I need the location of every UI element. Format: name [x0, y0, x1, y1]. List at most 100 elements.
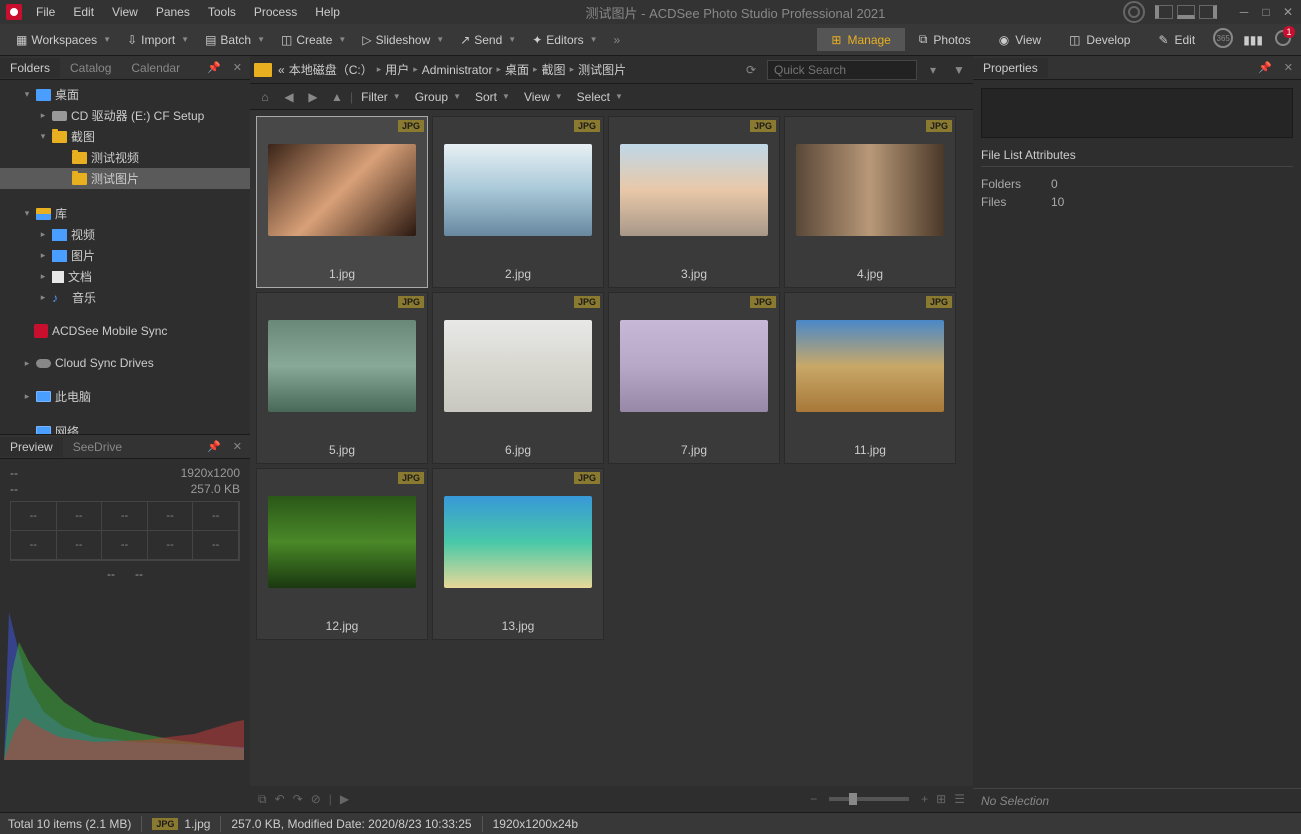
- notification-button[interactable]: [1273, 28, 1293, 48]
- thumbnail-item[interactable]: JPG1.jpg: [256, 116, 428, 288]
- close-panel-icon[interactable]: ✕: [229, 438, 246, 455]
- refresh-button[interactable]: ⟳: [741, 60, 761, 80]
- menu-edit[interactable]: Edit: [65, 3, 102, 21]
- preview-tab[interactable]: Preview: [0, 437, 63, 457]
- tree-music[interactable]: ▸♪音乐: [0, 287, 250, 308]
- edit-icon: ✎: [1158, 33, 1168, 47]
- tree-library[interactable]: ▾库: [0, 203, 250, 224]
- tree-network[interactable]: 网络: [0, 421, 250, 434]
- seedrive-tab[interactable]: SeeDrive: [63, 437, 132, 457]
- cloud-icon: [36, 359, 51, 368]
- group-menu[interactable]: Group▼: [409, 87, 467, 107]
- slideshow-button[interactable]: ▷Slideshow▼: [354, 30, 452, 50]
- tree-cd-drive[interactable]: ▸CD 驱动器 (E:) CF Setup: [0, 105, 250, 126]
- title-bar: File Edit View Panes Tools Process Help …: [0, 0, 1301, 24]
- sort-menu[interactable]: Sort▼: [469, 87, 516, 107]
- up-button[interactable]: ▲: [326, 86, 348, 108]
- thumbnail-item[interactable]: JPG13.jpg: [432, 468, 604, 640]
- filter-funnel-icon[interactable]: ▼: [949, 60, 969, 80]
- close-panel-icon[interactable]: ✕: [1280, 59, 1297, 76]
- select-menu[interactable]: Select▼: [571, 87, 629, 107]
- redo-icon[interactable]: ↷: [293, 792, 303, 806]
- properties-tab[interactable]: Properties: [973, 58, 1048, 78]
- tree-test-image[interactable]: 测试图片: [0, 168, 250, 189]
- home-button[interactable]: ⌂: [254, 86, 276, 108]
- picture-icon: [52, 250, 67, 262]
- view-toolbar: ⌂ ◀ ▶ ▲ | Filter▼ Group▼ Sort▼ View▼ Sel…: [250, 84, 973, 110]
- thumb-view-icon[interactable]: ⊞: [936, 792, 946, 806]
- zoom-in-icon[interactable]: +: [921, 792, 928, 806]
- tree-test-video[interactable]: 测试视频: [0, 147, 250, 168]
- mode-develop[interactable]: ◫Develop: [1055, 28, 1144, 51]
- close-button[interactable]: ✕: [1281, 5, 1295, 19]
- tree-desktop[interactable]: ▾桌面: [0, 84, 250, 105]
- minimize-button[interactable]: ─: [1237, 5, 1251, 19]
- user-account-icon[interactable]: [1123, 1, 1145, 23]
- tree-jietu[interactable]: ▾截图: [0, 126, 250, 147]
- file-list-attributes-header: File List Attributes: [981, 148, 1293, 167]
- search-input[interactable]: [767, 60, 917, 80]
- thumbnail-item[interactable]: JPG11.jpg: [784, 292, 956, 464]
- layout-right[interactable]: [1199, 5, 1217, 19]
- workspaces-button[interactable]: ▦Workspaces▼: [8, 30, 119, 50]
- thumbnail-item[interactable]: JPG3.jpg: [608, 116, 780, 288]
- import-button[interactable]: ⇩Import▼: [119, 30, 197, 50]
- undo-icon[interactable]: ↶: [275, 792, 285, 806]
- menu-file[interactable]: File: [28, 3, 63, 21]
- layout-left[interactable]: [1155, 5, 1173, 19]
- breadcrumb[interactable]: « 本地磁盘（C:）▸ 用户▸ Administrator▸ 桌面▸ 截图▸ 测…: [278, 61, 735, 78]
- thumbnail-item[interactable]: JPG2.jpg: [432, 116, 604, 288]
- menu-panes[interactable]: Panes: [148, 3, 198, 21]
- search-dropdown[interactable]: ▾: [923, 60, 943, 80]
- mode-photos[interactable]: ⧉Photos: [905, 28, 985, 51]
- menu-process[interactable]: Process: [246, 3, 305, 21]
- editors-button[interactable]: ✦Editors▼: [524, 30, 605, 50]
- menu-view[interactable]: View: [104, 3, 146, 21]
- mode-view[interactable]: ◉View: [985, 28, 1055, 51]
- layout-bottom[interactable]: [1177, 5, 1195, 19]
- calendar-tab[interactable]: Calendar: [121, 58, 190, 78]
- back-button[interactable]: ◀: [278, 86, 300, 108]
- view-menu[interactable]: View▼: [518, 87, 569, 107]
- delete-icon[interactable]: ⊘: [311, 792, 321, 806]
- thumbnail-filename: 7.jpg: [609, 439, 779, 463]
- tree-cloud[interactable]: ▸Cloud Sync Drives: [0, 354, 250, 372]
- toolbar-overflow[interactable]: »: [606, 30, 629, 50]
- tree-this-pc[interactable]: ▸此电脑: [0, 386, 250, 407]
- preview-size-row: --257.0 KB: [10, 481, 240, 497]
- thumbnail-item[interactable]: JPG7.jpg: [608, 292, 780, 464]
- create-button[interactable]: ◫Create▼: [273, 30, 354, 50]
- stats-button[interactable]: ▮▮▮: [1237, 28, 1269, 51]
- thumbnail-item[interactable]: JPG12.jpg: [256, 468, 428, 640]
- catalog-tab[interactable]: Catalog: [60, 58, 121, 78]
- forward-button[interactable]: ▶: [302, 86, 324, 108]
- thumbnail-item[interactable]: JPG5.jpg: [256, 292, 428, 464]
- mode-edit[interactable]: ✎Edit: [1144, 28, 1209, 51]
- send-button[interactable]: ↗Send▼: [452, 30, 524, 50]
- copy-icon[interactable]: ⧉: [258, 792, 267, 807]
- zoom-slider[interactable]: [829, 797, 909, 801]
- filter-menu[interactable]: Filter▼: [355, 87, 407, 107]
- menu-tools[interactable]: Tools: [200, 3, 244, 21]
- tree-video[interactable]: ▸视频: [0, 224, 250, 245]
- zoom-out-icon[interactable]: −: [810, 792, 817, 806]
- menu-help[interactable]: Help: [307, 3, 348, 21]
- play-icon[interactable]: ▶: [340, 792, 349, 806]
- thumbnail-item[interactable]: JPG6.jpg: [432, 292, 604, 464]
- tree-picture[interactable]: ▸图片: [0, 245, 250, 266]
- folders-tab[interactable]: Folders: [0, 58, 60, 78]
- pin-icon[interactable]: 📌: [203, 438, 225, 455]
- tree-doc[interactable]: ▸文档: [0, 266, 250, 287]
- maximize-button[interactable]: □: [1259, 5, 1273, 19]
- close-panel-icon[interactable]: ✕: [229, 59, 246, 76]
- thumbnail-item[interactable]: JPG4.jpg: [784, 116, 956, 288]
- workspaces-icon: ▦: [16, 33, 27, 47]
- list-view-icon[interactable]: ☰: [954, 792, 965, 806]
- batch-button[interactable]: ▤Batch▼: [197, 30, 273, 50]
- 365-button[interactable]: 365: [1213, 28, 1233, 48]
- thumbnail-filename: 1.jpg: [257, 263, 427, 287]
- mode-manage[interactable]: ⊞Manage: [817, 28, 904, 51]
- pin-icon[interactable]: 📌: [1254, 59, 1276, 76]
- pin-icon[interactable]: 📌: [203, 59, 225, 76]
- tree-mobile-sync[interactable]: ACDSee Mobile Sync: [0, 322, 250, 340]
